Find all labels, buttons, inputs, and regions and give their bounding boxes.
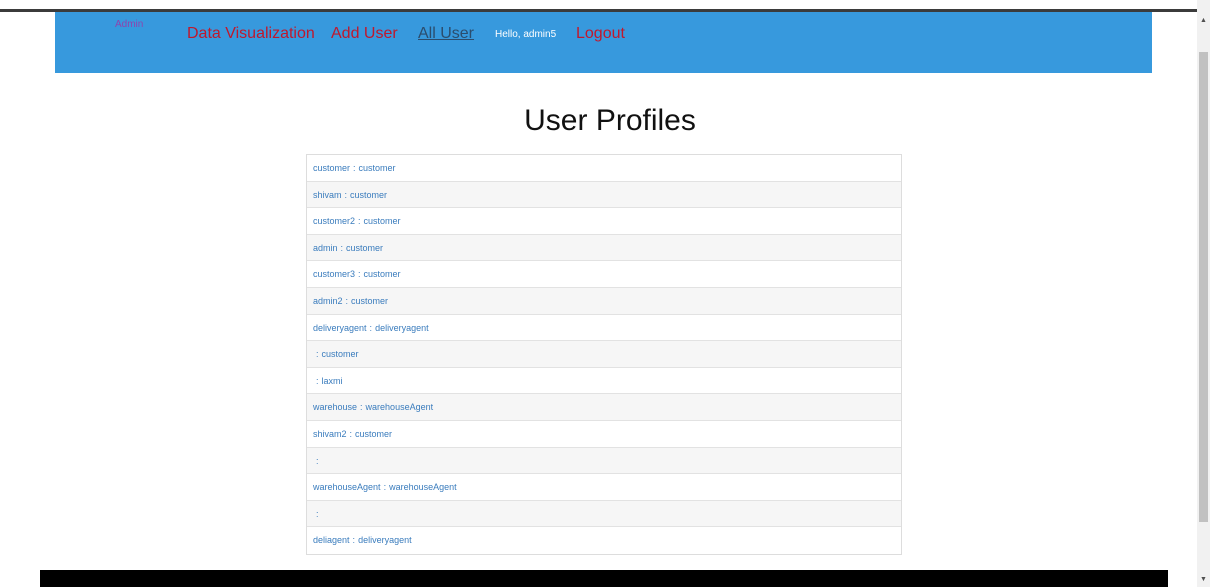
profile-row[interactable]: shivam: customer xyxy=(307,181,901,209)
profile-row[interactable]: deliveryagent: deliveryagent xyxy=(307,315,901,342)
profile-row[interactable]: admin2: customer xyxy=(307,287,901,315)
profile-row[interactable]: warehouseAgent: warehouseAgent xyxy=(307,474,901,501)
profile-separator: : xyxy=(369,322,373,333)
profile-separator: : xyxy=(316,508,319,519)
profile-row[interactable]: customer2: customer xyxy=(307,208,901,235)
profile-separator: : xyxy=(344,189,348,200)
profile-role: customer xyxy=(358,163,396,173)
profile-separator: : xyxy=(349,428,353,439)
profile-separator: : xyxy=(358,269,361,280)
profile-row[interactable]: : xyxy=(307,447,901,475)
profile-row[interactable]: customer: customer xyxy=(307,155,901,182)
profile-row[interactable]: : customer xyxy=(307,341,901,368)
user-profile-list: customer: customer shivam: customer customer… xyxy=(306,154,902,555)
profile-row[interactable]: customer3: customer xyxy=(307,261,901,288)
profile-role: customer xyxy=(363,269,401,280)
profile-role: customer xyxy=(355,428,393,439)
profile-role: deliveryagent xyxy=(375,322,429,333)
profile-username: deliagent xyxy=(313,535,350,546)
profile-separator: : xyxy=(345,295,349,306)
profile-username: customer2 xyxy=(313,216,356,227)
nav-link-logout[interactable]: Logout xyxy=(576,25,625,43)
scrollbar-thumb[interactable] xyxy=(1199,52,1208,522)
profile-username: deliveryagent xyxy=(313,322,367,333)
profile-separator: : xyxy=(316,375,319,386)
nav-link-add-user[interactable]: Add User xyxy=(331,25,398,43)
profile-username: customer xyxy=(313,163,351,173)
nav-link-all-user[interactable]: All User xyxy=(418,25,474,43)
profile-separator: : xyxy=(383,482,387,493)
profile-username: admin xyxy=(313,242,338,253)
profile-separator: : xyxy=(358,216,361,227)
profile-separator: : xyxy=(352,535,356,546)
profile-role: deliveryagent xyxy=(358,535,412,546)
brand-label[interactable]: Admin xyxy=(115,19,143,30)
profile-row[interactable]: : laxmi xyxy=(307,368,901,395)
profile-separator: : xyxy=(360,402,363,413)
profile-username: warehouseAgent xyxy=(313,482,381,493)
profile-username: warehouse xyxy=(313,402,358,413)
vertical-scrollbar[interactable]: ▲ ▼ xyxy=(1197,0,1210,587)
scroll-up-arrow-icon[interactable]: ▲ xyxy=(1197,14,1210,28)
profile-username: admin2 xyxy=(313,295,343,306)
profile-role: customer xyxy=(346,242,384,253)
profile-row[interactable]: warehouse: warehouseAgent xyxy=(307,394,901,421)
profile-username: shivam xyxy=(313,189,342,200)
profile-role: laxmi xyxy=(321,375,343,386)
page-title: User Profiles xyxy=(524,104,696,137)
profile-separator: : xyxy=(316,349,319,360)
profile-role: warehouseAgent xyxy=(389,482,457,493)
user-greeting: Hello, admin5 xyxy=(495,29,557,40)
profile-username: shivam2 xyxy=(313,428,347,439)
profile-separator: : xyxy=(340,242,344,253)
profile-row[interactable]: deliagent: deliveryagent xyxy=(307,527,901,554)
footer-bar xyxy=(40,570,1168,587)
scroll-down-arrow-icon[interactable]: ▼ xyxy=(1197,573,1210,587)
profile-row[interactable]: admin: customer xyxy=(307,234,901,262)
profile-role: customer xyxy=(350,189,388,200)
profile-row[interactable]: shivam2: customer xyxy=(307,421,901,448)
profile-role: customer xyxy=(351,295,389,306)
profile-separator: : xyxy=(353,163,356,173)
profile-row[interactable]: : xyxy=(307,500,901,528)
profile-separator: : xyxy=(316,455,319,466)
profile-role: customer xyxy=(321,349,359,360)
nav-link-data-visualization[interactable]: Data Visualization xyxy=(187,25,315,43)
profile-username: customer3 xyxy=(313,269,356,280)
top-navbar: Admin Data Visualization Add User All Us… xyxy=(55,12,1152,73)
profile-role: customer xyxy=(363,216,401,227)
profile-role: warehouseAgent xyxy=(365,402,434,413)
